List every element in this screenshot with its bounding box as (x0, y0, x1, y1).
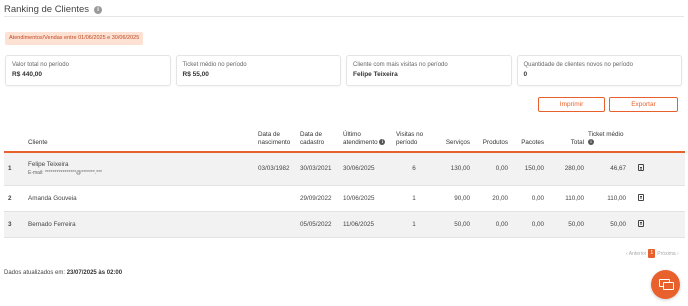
client-name: Amanda Gouveia (28, 194, 77, 202)
client-cell: Amanda Gouveia (26, 185, 256, 211)
pagination-previous[interactable]: ‹ Anterior (626, 251, 646, 257)
ticket-cell: 46,67 (610, 165, 626, 173)
col-visits[interactable]: Visitas no período (394, 121, 434, 153)
card-label: Quantidade de clientes novos no período (523, 62, 633, 68)
document-icon[interactable] (638, 164, 644, 172)
products-cell: 0,00 (495, 165, 508, 173)
ranking-table: Cliente Data de nascimento Data de cadas… (4, 121, 685, 238)
visits-cell: 1 (412, 194, 416, 202)
col-total[interactable]: Total (546, 121, 586, 153)
last-visit-cell: 30/06/2025 (343, 165, 375, 173)
chat-icon (658, 279, 674, 290)
client-name: Bernado Ferreira (28, 220, 76, 228)
col-actions (628, 121, 685, 153)
col-products[interactable]: Produtos (472, 121, 510, 153)
last-updated-value: 23/07/2025 às 02:00 (66, 270, 123, 276)
last-updated: Dados atualizados em: 23/07/2025 às 02:0… (4, 270, 122, 276)
col-registration-date[interactable]: Data de cadastro (298, 121, 341, 153)
rank-cell: 3 (8, 220, 12, 228)
actions-cell (628, 152, 685, 185)
pagination-next[interactable]: Próxima › (657, 251, 678, 257)
summary-card-top-client: Cliente com mais visitas no período Feli… (346, 55, 512, 86)
services-cell: 50,00 (454, 220, 470, 228)
card-label: Valor total no período (12, 62, 69, 68)
last-updated-label: Dados atualizados em: (4, 270, 66, 276)
col-average-ticket-label: Ticket médio (588, 131, 624, 139)
col-last-visit[interactable]: Último atendimento i (341, 121, 394, 153)
col-client[interactable]: Cliente (26, 121, 256, 153)
chat-button[interactable] (651, 270, 680, 299)
card-value: R$ 55,00 (182, 71, 209, 78)
summary-card-new-clients: Quantidade de clientes novos no período … (516, 55, 682, 86)
ticket-cell: 50,00 (610, 220, 626, 228)
table-row: 3 Bernado Ferreira 05/05/2022 11/06/2025… (4, 211, 685, 237)
rank-cell: 1 (8, 165, 12, 173)
card-label: Cliente com mais visitas no período (353, 62, 448, 68)
client-cell: Felipe Teixeira E-mail: ****************… (26, 152, 256, 185)
col-last-visit-label: Último atendimento (343, 131, 378, 147)
visits-cell: 6 (412, 165, 416, 173)
info-icon[interactable]: i (379, 139, 386, 146)
document-icon[interactable] (638, 219, 644, 227)
birth-date-cell (256, 185, 298, 211)
client-cell: Bernado Ferreira (26, 211, 256, 237)
table-row: 2 Amanda Gouveia 29/09/2022 10/06/2025 1… (4, 185, 685, 211)
services-cell: 130,00 (450, 165, 470, 173)
card-value: Felipe Teixeira (353, 71, 398, 78)
packages-cell: 0,00 (531, 194, 544, 202)
client-email: E-mail: ****************@*******.*** (28, 170, 103, 177)
card-label: Ticket médio no período (182, 62, 247, 68)
ticket-cell: 110,00 (607, 194, 626, 202)
info-icon[interactable]: i (588, 139, 594, 146)
info-icon[interactable]: i (94, 5, 103, 14)
packages-cell: 0,00 (531, 220, 544, 228)
registration-date-cell: 30/03/2021 (300, 165, 332, 173)
period-badge: Atendimentos/Vendas entre 01/06/2025 e 3… (5, 32, 144, 45)
registration-date-cell: 29/09/2022 (300, 194, 332, 202)
products-cell: 20,00 (492, 194, 508, 202)
birth-date-cell: 03/03/1982 (258, 165, 290, 173)
page-title: Ranking de Clientes (4, 4, 90, 15)
products-cell: 0,00 (495, 220, 508, 228)
summary-card-average-ticket: Ticket médio no período R$ 55,00 (175, 55, 341, 86)
table-row: 1 Felipe Teixeira E-mail: **************… (4, 152, 685, 185)
col-average-ticket[interactable]: Ticket médio i (586, 121, 628, 153)
col-services[interactable]: Serviços (434, 121, 472, 153)
card-value: R$ 440,00 (12, 71, 42, 78)
total-cell: 280,00 (564, 165, 584, 173)
table-header-row: Cliente Data de nascimento Data de cadas… (4, 121, 685, 153)
document-icon[interactable] (638, 193, 644, 201)
actions-cell (628, 185, 685, 211)
packages-cell: 150,00 (524, 165, 544, 173)
col-birth-date[interactable]: Data de nascimento (256, 121, 298, 153)
title-divider (4, 16, 684, 17)
birth-date-cell (256, 211, 298, 237)
col-packages[interactable]: Pacotes (510, 121, 546, 153)
services-cell: 90,00 (454, 194, 470, 202)
rank-cell: 2 (8, 194, 12, 202)
print-button[interactable]: Imprimir (538, 97, 605, 112)
last-visit-cell: 10/06/2025 (343, 194, 375, 202)
visits-cell: 1 (412, 220, 416, 228)
summary-cards: Valor total no período R$ 440,00 Ticket … (5, 55, 682, 86)
actions-cell (628, 211, 685, 237)
last-visit-cell: 11/06/2025 (343, 220, 375, 228)
pagination-current-page[interactable]: 1 (648, 249, 656, 258)
summary-card-total-value: Valor total no período R$ 440,00 (5, 55, 171, 86)
page-header: Ranking de Clientes i (4, 4, 103, 15)
total-cell: 110,00 (565, 194, 584, 202)
total-cell: 50,00 (568, 220, 584, 228)
pagination: ‹ Anterior 1 Próxima › (626, 249, 679, 258)
export-button[interactable]: Exportar (609, 97, 678, 112)
col-rank (4, 121, 26, 153)
registration-date-cell: 05/05/2022 (300, 220, 332, 228)
card-value: 0 (523, 71, 528, 78)
client-name: Felipe Teixeira (28, 161, 69, 169)
